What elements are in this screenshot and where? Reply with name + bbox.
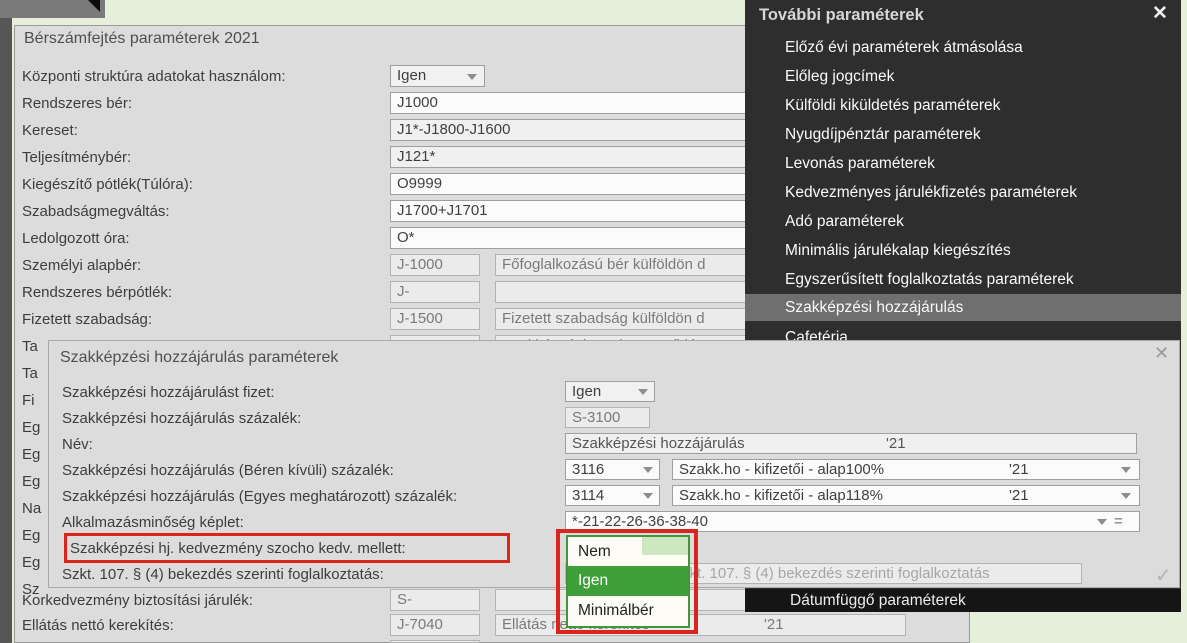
payroll-app-page: Bérszámfejtés paraméterek 2021 Központi … (0, 0, 1187, 643)
szocho-dropdown-list: Nem Igen Minimálbér (566, 535, 690, 628)
dropdown-option-igen-selected[interactable]: Igen (568, 566, 688, 596)
dropdown-option-minimalber[interactable]: Minimálbér (568, 596, 688, 626)
dropdown-option-nem[interactable]: Nem (568, 537, 688, 566)
